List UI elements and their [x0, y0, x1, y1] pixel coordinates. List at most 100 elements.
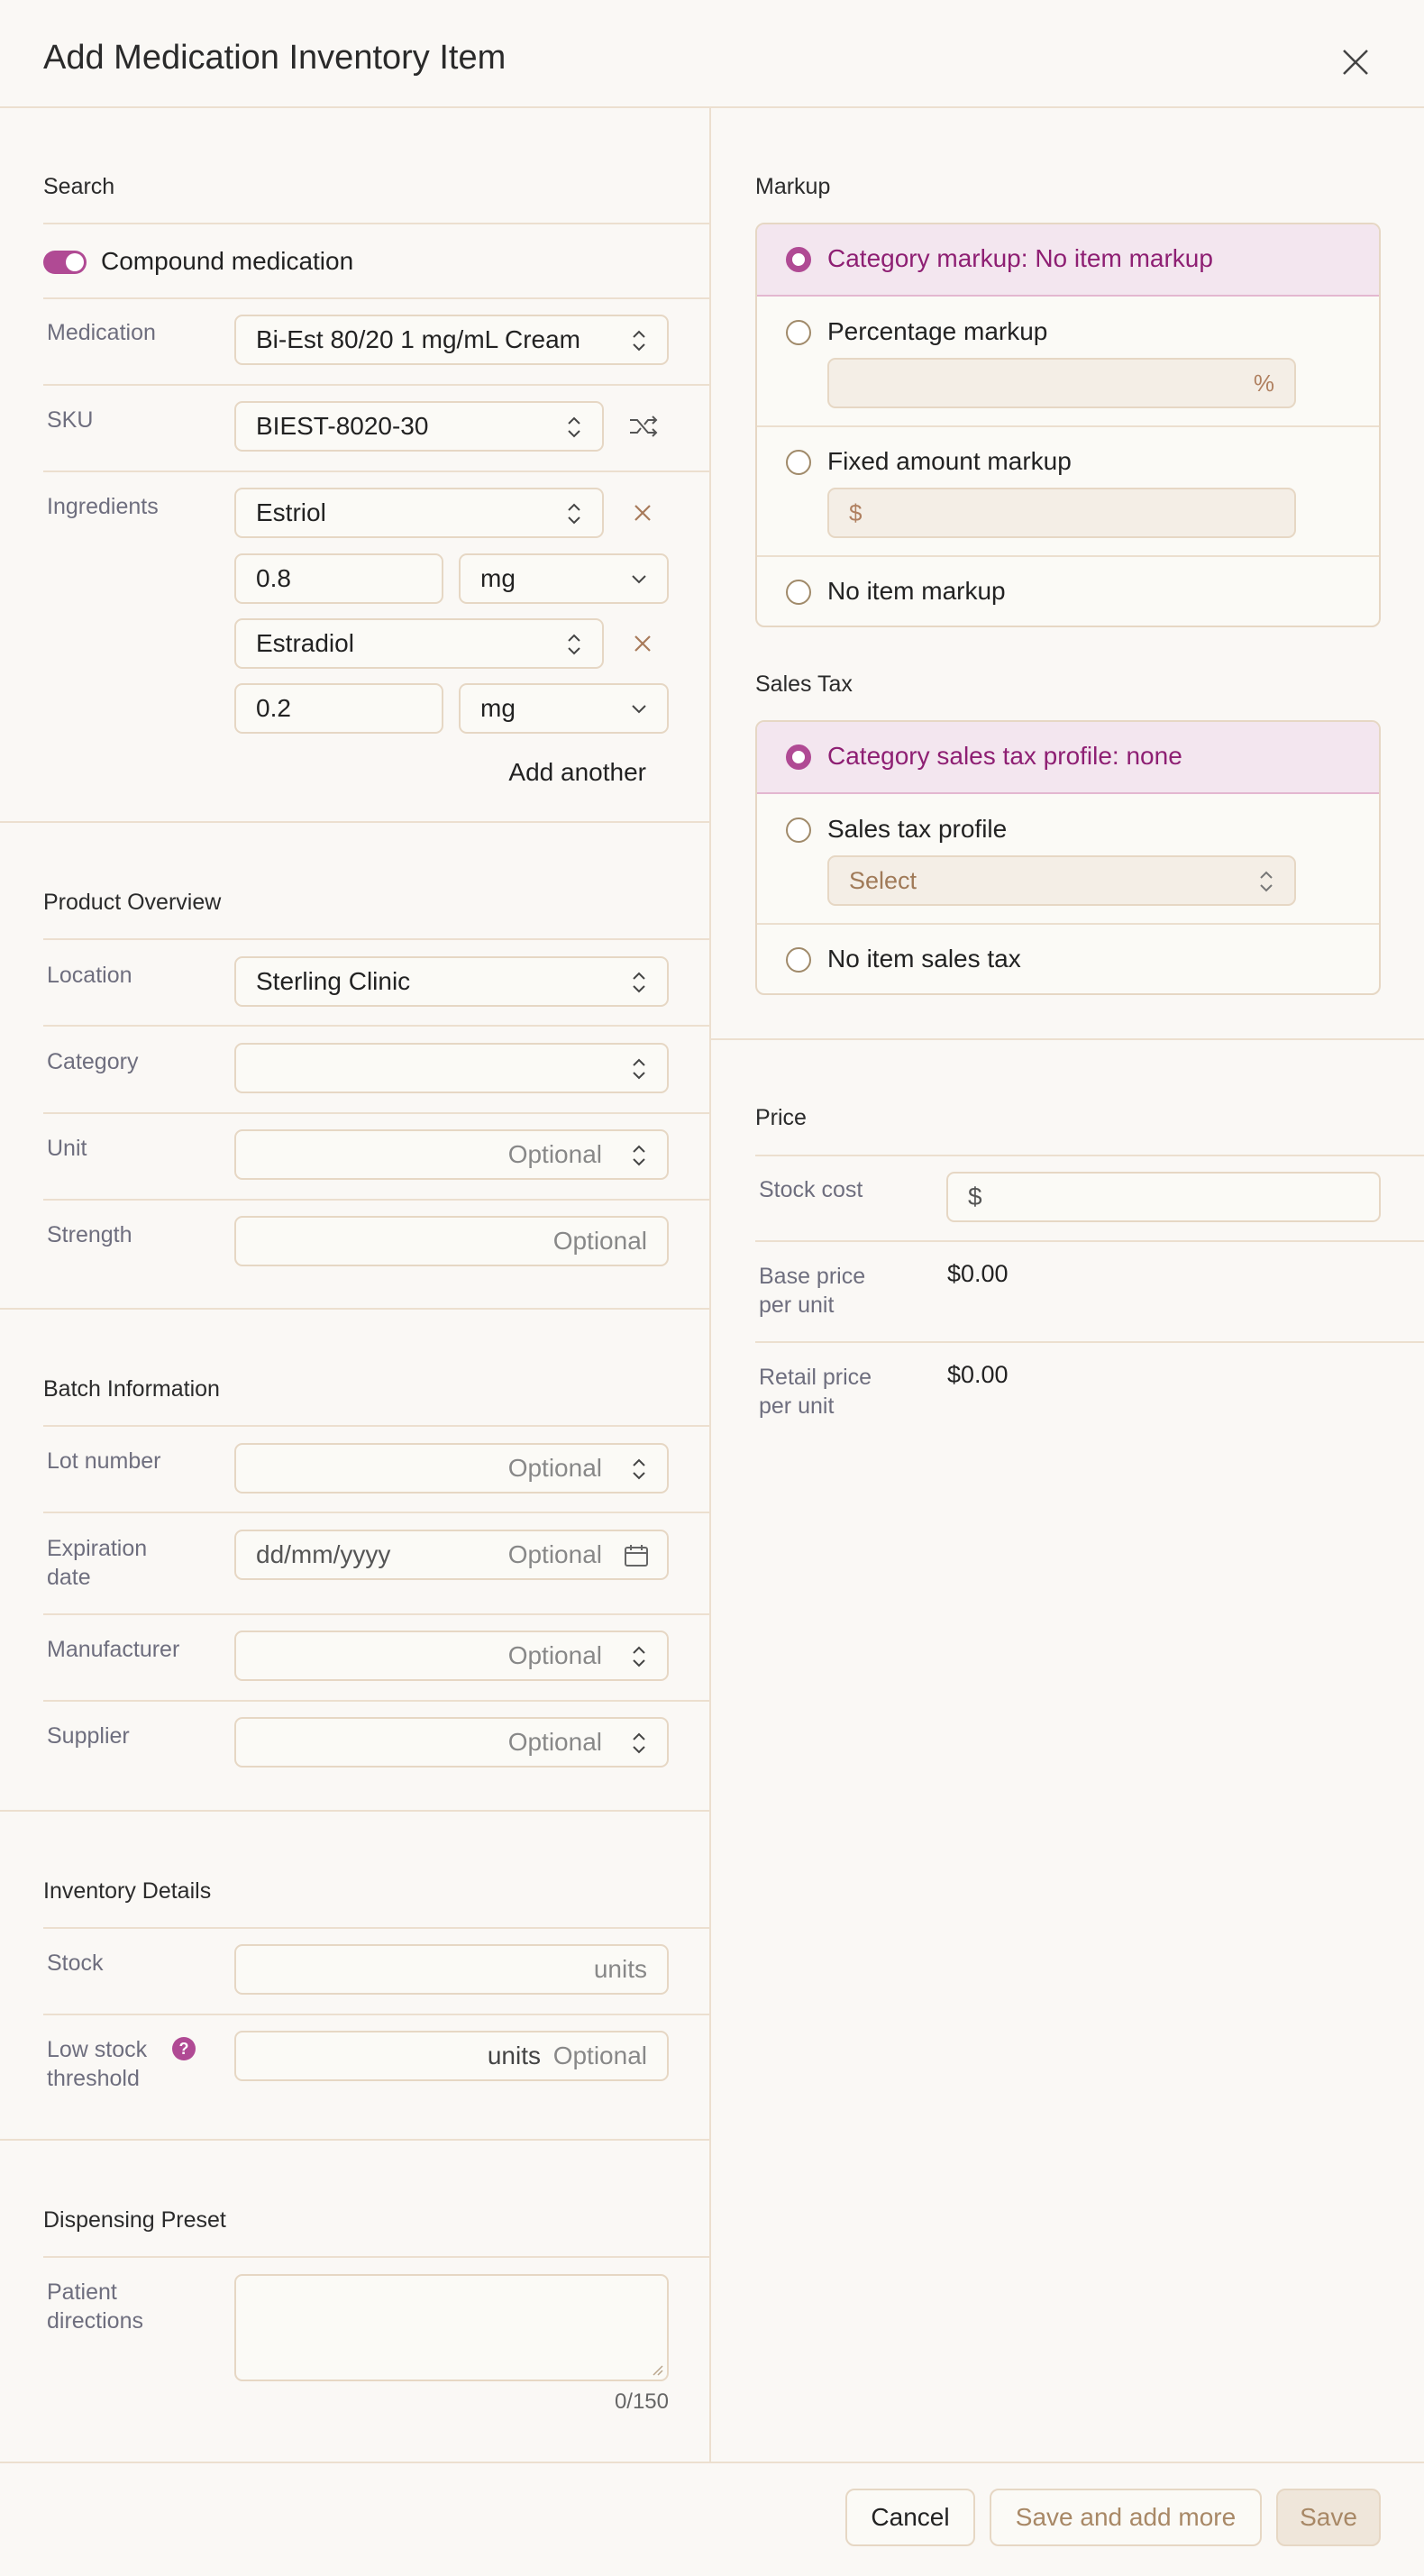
stock-input[interactable]: units [234, 1944, 669, 1995]
price-section-title: Price [755, 1105, 807, 1130]
stock-cost-input[interactable]: $ [946, 1172, 1381, 1222]
stock-unit: units [593, 1955, 647, 1983]
ingredient-amount: 0.2 [256, 694, 291, 722]
chevron-updown-icon [1260, 871, 1273, 892]
remove-ingredient-icon[interactable] [634, 504, 652, 522]
low-stock-placeholder: Optional [552, 2042, 647, 2069]
sales-tax-option-label: Category sales tax profile: none [827, 742, 1182, 770]
chevron-updown-icon [568, 634, 580, 655]
chevron-down-icon [632, 705, 646, 714]
dialog-title: Add Medication Inventory Item [43, 39, 507, 77]
lot-number-placeholder: Optional [507, 1454, 602, 1482]
add-another-link[interactable]: Add another [505, 756, 646, 789]
calendar-icon[interactable] [624, 1544, 649, 1567]
supplier-select[interactable]: Optional [234, 1717, 669, 1768]
expiration-format: dd/mm/yyyy [256, 1540, 391, 1568]
strength-input[interactable]: Optional [234, 1216, 669, 1266]
category-label: Category [47, 1049, 139, 1074]
markup-option-category[interactable]: Category markup: No item markup [757, 224, 1379, 297]
resize-handle-icon[interactable] [651, 2363, 663, 2376]
ingredient-amount-input[interactable]: 0.2 [234, 683, 443, 734]
header-divider [0, 106, 1424, 108]
patient-directions-label: Patient directions [47, 2279, 143, 2334]
expiration-placeholder: Optional [507, 1540, 602, 1568]
unit-label: Unit [47, 1136, 87, 1161]
question-icon[interactable]: ? [172, 2037, 196, 2060]
location-label: Location [47, 963, 132, 988]
dollar-symbol: $ [849, 499, 863, 526]
chevron-updown-icon [568, 416, 580, 438]
unit-placeholder: Optional [507, 1140, 602, 1168]
chevron-updown-icon [633, 972, 645, 993]
sales-tax-option-label: No item sales tax [827, 945, 1021, 973]
fixed-markup-input[interactable]: $ [827, 488, 1296, 538]
close-icon[interactable] [1338, 45, 1373, 79]
low-stock-input[interactable]: units Optional [234, 2031, 669, 2081]
ingredient-amount-input[interactable]: 0.8 [234, 553, 443, 604]
markup-section-title: Markup [755, 174, 831, 199]
stock-cost-symbol: $ [968, 1183, 982, 1210]
chevron-down-icon [632, 575, 646, 584]
sales-tax-option-category[interactable]: Category sales tax profile: none [757, 722, 1379, 794]
radio-selected[interactable] [786, 744, 811, 770]
category-select[interactable] [234, 1043, 669, 1093]
search-section-title: Search [43, 174, 115, 199]
patient-directions-textarea[interactable] [234, 2274, 669, 2381]
sales-tax-option-label: Sales tax profile [827, 815, 1008, 843]
save-button[interactable]: Save [1276, 2489, 1381, 2546]
percentage-markup-input[interactable]: % [827, 358, 1296, 408]
radio-no-sales-tax[interactable] [786, 947, 811, 973]
chevron-updown-icon [633, 1646, 645, 1667]
markup-option-label: Category markup: No item markup [827, 244, 1213, 272]
remove-ingredient-icon[interactable] [634, 635, 652, 653]
sales-tax-section-title: Sales Tax [755, 671, 853, 697]
product-overview-title: Product Overview [43, 890, 222, 915]
lot-number-label: Lot number [47, 1448, 161, 1474]
radio-sales-tax-profile[interactable] [786, 818, 811, 843]
ingredients-label: Ingredients [47, 494, 159, 519]
markup-option-label: Fixed amount markup [827, 447, 1072, 475]
medication-label: Medication [47, 320, 156, 345]
sales-tax-profile-select[interactable]: Select [827, 855, 1296, 906]
markup-options-card: Category markup: No item markup Percenta… [755, 223, 1381, 627]
unit-select[interactable]: Optional [234, 1129, 669, 1180]
low-stock-unit: units [487, 2042, 541, 2069]
cancel-button[interactable]: Cancel [845, 2489, 975, 2546]
sku-select[interactable]: BIEST-8020-30 [234, 401, 604, 452]
chevron-updown-icon [633, 1732, 645, 1754]
chevron-updown-icon [633, 330, 645, 352]
ingredient-select[interactable]: Estradiol [234, 618, 604, 669]
location-select[interactable]: Sterling Clinic [234, 956, 669, 1007]
sales-tax-options-card: Category sales tax profile: none Sales t… [755, 720, 1381, 995]
radio-selected[interactable] [786, 247, 811, 272]
radio-fixed-markup[interactable] [786, 450, 811, 475]
strength-label: Strength [47, 1222, 132, 1247]
stock-cost-label: Stock cost [759, 1177, 863, 1202]
markup-option-label: No item markup [827, 577, 1006, 605]
radio-no-markup[interactable] [786, 580, 811, 605]
chevron-updown-icon [633, 1458, 645, 1480]
radio-percentage-markup[interactable] [786, 320, 811, 345]
chevron-updown-icon [633, 1145, 645, 1166]
medication-select[interactable]: Bi-Est 80/20 1 mg/mL Cream [234, 315, 669, 365]
base-price-label: Base price per unit [759, 1264, 866, 1318]
location-value: Sterling Clinic [256, 967, 411, 995]
manufacturer-select[interactable]: Optional [234, 1631, 669, 1681]
save-and-add-more-button[interactable]: Save and add more [990, 2489, 1262, 2546]
ingredient-unit-select[interactable]: mg [459, 553, 669, 604]
compound-toggle[interactable] [43, 251, 87, 274]
compound-toggle-label: Compound medication [101, 247, 354, 275]
chevron-updown-icon [568, 503, 580, 525]
chevron-updown-icon [633, 1058, 645, 1080]
expiration-date-input[interactable]: dd/mm/yyyy Optional [234, 1530, 669, 1580]
supplier-label: Supplier [47, 1723, 130, 1749]
shuffle-icon[interactable] [628, 414, 659, 439]
expiration-label: Expiration date [47, 1536, 148, 1590]
inventory-section-title: Inventory Details [43, 1878, 212, 1904]
ingredient-select[interactable]: Estriol [234, 488, 604, 538]
select-placeholder: Select [849, 867, 917, 894]
dispensing-section-title: Dispensing Preset [43, 2207, 226, 2233]
ingredient-unit-select[interactable]: mg [459, 683, 669, 734]
low-stock-label: Low stock threshold [47, 2037, 148, 2091]
lot-number-select[interactable]: Optional [234, 1443, 669, 1494]
